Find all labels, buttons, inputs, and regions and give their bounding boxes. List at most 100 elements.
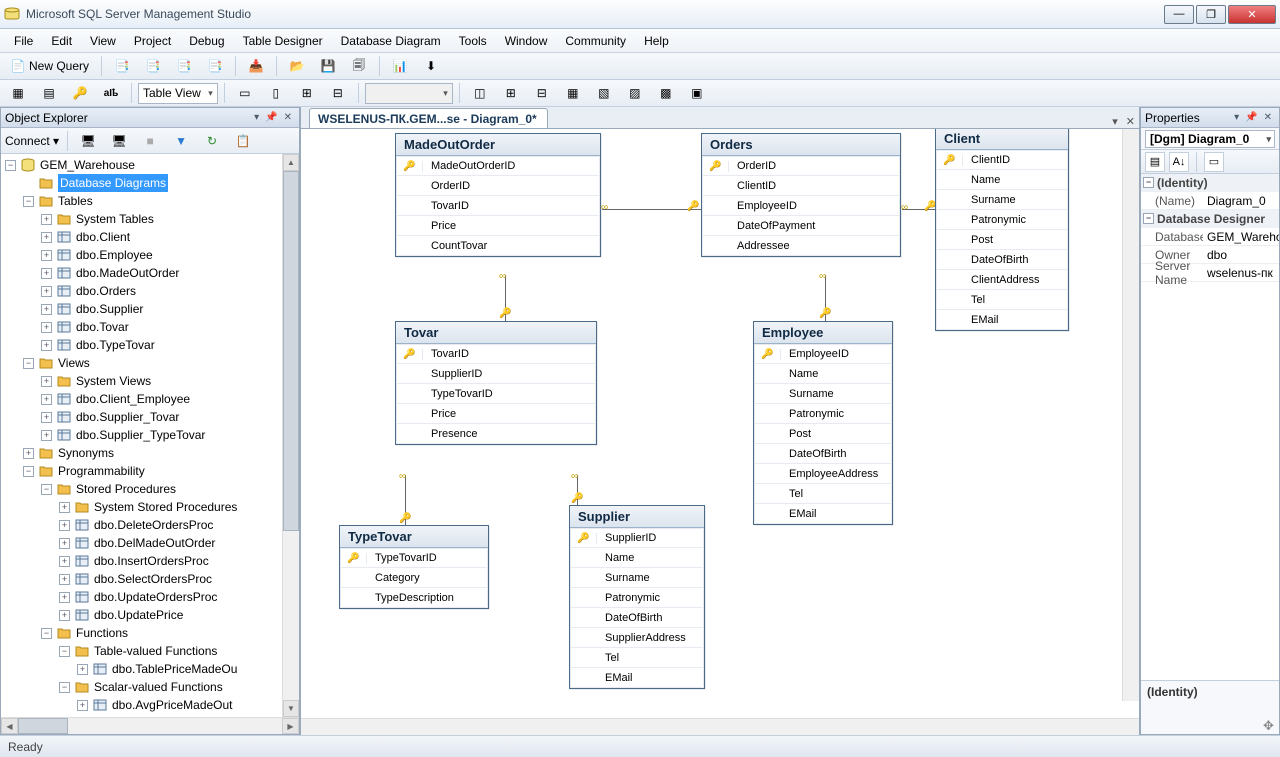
dbcol[interactable]: SupplierAddress [570,628,704,648]
dbtable-orders[interactable]: Orders🔑OrderIDClientIDEmployeeIDDateOfPa… [701,133,901,257]
dbcol[interactable]: Patronymic [936,210,1068,230]
oe-icon-3[interactable]: ■ [136,130,164,152]
dbcol[interactable]: 🔑TypeTovarID [340,548,488,568]
dbcol[interactable]: 🔑MadeOutOrderID [396,156,600,176]
node-proc[interactable]: +dbo.DelMadeOutOrder [59,534,281,552]
props-dropdown-icon[interactable]: ▾ [1231,112,1242,123]
dbcol[interactable]: Surname [570,568,704,588]
dt-icon-13[interactable]: ▧ [590,82,618,104]
node-svf[interactable]: −Scalar-valued Functions [59,678,281,696]
panel-pin-icon[interactable]: 📌 [262,112,280,123]
menu-edit[interactable]: Edit [43,31,80,51]
props-close-icon[interactable]: ✕ [1261,112,1275,123]
node-svf-item[interactable]: +dbo.AvgPriceMadeOut [77,696,281,714]
node-programmability[interactable]: −Programmability [23,462,281,480]
dbcol[interactable]: SupplierID [396,364,596,384]
node-table[interactable]: +dbo.Supplier [41,300,281,318]
node-proc[interactable]: +dbo.UpdateOrdersProc [59,588,281,606]
connect-button[interactable]: Connect ▾ [5,134,61,148]
dt-icon-6[interactable]: ▯ [262,82,290,104]
dbtable-supplier[interactable]: Supplier🔑SupplierIDNameSurnamePatronymic… [569,505,705,689]
dbtable-employee[interactable]: Employee🔑EmployeeIDNameSurnamePatronymic… [753,321,893,525]
panel-dropdown-icon[interactable]: ▾ [251,112,262,123]
dbcol[interactable]: EMail [570,668,704,688]
dt-icon-5[interactable]: ▭ [231,82,259,104]
dbtable-title[interactable]: MadeOutOrder [396,134,600,156]
menu-tools[interactable]: Tools [451,31,495,51]
dbcol[interactable]: DateOfBirth [570,608,704,628]
oe-icon-1[interactable]: 🖥 [74,130,102,152]
node-system-tables[interactable]: +System Tables [41,210,281,228]
node-diagrams[interactable]: Database Diagrams [23,174,281,192]
menu-help[interactable]: Help [636,31,677,51]
node-system-sp[interactable]: +System Stored Procedures [59,498,281,516]
dbcol[interactable]: Patronymic [754,404,892,424]
dt-icon-2[interactable]: ▤ [35,82,63,104]
canvas-hscroll[interactable] [301,718,1139,735]
props-alpha-icon[interactable]: A↓ [1169,152,1189,172]
dbtable-title[interactable]: Tovar [396,322,596,344]
props-pin-icon[interactable]: 📌 [1242,112,1260,123]
dbtable-typetovar[interactable]: TypeTovar🔑TypeTovarIDCategoryTypeDescrip… [339,525,489,609]
panel-close-icon[interactable]: ✕ [281,112,295,123]
oe-refresh-icon[interactable]: ↻ [198,130,226,152]
menu-community[interactable]: Community [557,31,634,51]
dbcol[interactable]: ClientAddress [936,270,1068,290]
node-proc[interactable]: +dbo.UpdatePrice [59,606,281,624]
properties-grid[interactable]: −(Identity) (Name)Diagram_0 −Database De… [1141,174,1279,680]
properties-object-selector[interactable]: [Dgm] Diagram_0 [1145,130,1275,148]
dt-icon-15[interactable]: ▩ [652,82,680,104]
node-table[interactable]: +dbo.TypeTovar [41,336,281,354]
dt-icon-16[interactable]: ▣ [683,82,711,104]
dt-icon-1[interactable]: ▦ [4,82,32,104]
dt-icon-9[interactable]: ◫ [466,82,494,104]
tb-icon-7[interactable]: ⬇ [417,55,445,77]
dt-icon-10[interactable]: ⊞ [497,82,525,104]
dbcol[interactable]: Addressee [702,236,900,256]
props-categorized-icon[interactable]: ▤ [1145,152,1165,172]
menu-database-diagram[interactable]: Database Diagram [333,31,449,51]
maximize-button[interactable]: ❐ [1196,5,1226,24]
dbcol[interactable]: 🔑ClientID [936,150,1068,170]
dbcol[interactable]: TovarID [396,196,600,216]
minimize-button[interactable]: — [1164,5,1194,24]
diagram-canvas[interactable]: ∞ 🔑 ∞ 🔑 ∞ 🔑 ∞ 🔑 ∞ 🔑 ∞ 🔑 MadeOutOrder🔑Mad… [301,129,1139,718]
dbcol[interactable]: DateOfBirth [754,444,892,464]
dt-icon-12[interactable]: ▦ [559,82,587,104]
dt-icon-11[interactable]: ⊟ [528,82,556,104]
props-pages-icon[interactable]: ▭ [1204,152,1224,172]
dt-icon-8[interactable]: ⊟ [324,82,352,104]
node-proc[interactable]: +dbo.SelectOrdersProc [59,570,281,588]
tb-icon-1[interactable]: 📑 [108,55,136,77]
dbcol[interactable]: DateOfBirth [936,250,1068,270]
table-view-dropdown[interactable]: Table View [138,83,218,104]
dbcol[interactable]: Tel [754,484,892,504]
dbcol[interactable]: EMail [936,310,1068,330]
tabstrip-dropdown-icon[interactable]: ▾ [1108,115,1122,128]
oe-icon-2[interactable]: 🖥 [105,130,133,152]
dbtable-title[interactable]: TypeTovar [340,526,488,548]
tb-icon-5[interactable]: 📥 [242,55,270,77]
close-button[interactable]: ✕ [1228,5,1276,24]
dbtable-title[interactable]: Supplier [570,506,704,528]
oe-icon-6[interactable]: 📋 [229,130,257,152]
dbcol[interactable]: EmployeeID [702,196,900,216]
dbtable-title[interactable]: Employee [754,322,892,344]
dbcol[interactable]: EMail [754,504,892,524]
tb-icon-3[interactable]: 📑 [170,55,198,77]
menu-window[interactable]: Window [497,31,556,51]
node-functions[interactable]: −Functions [41,624,281,642]
node-view[interactable]: +dbo.Client_Employee [41,390,281,408]
node-table[interactable]: +dbo.Client [41,228,281,246]
tb-icon-2[interactable]: 📑 [139,55,167,77]
tree-vscroll[interactable]: ▲ ▼ [282,154,299,717]
node-table[interactable]: +dbo.MadeOutOrder [41,264,281,282]
diagram-tab[interactable]: WSELENUS-ПК.GEM...se - Diagram_0* [309,108,548,128]
dbtable-madeoutorder[interactable]: MadeOutOrder🔑MadeOutOrderIDOrderIDTovarI… [395,133,601,257]
dbcol[interactable]: Price [396,216,600,236]
dbcol[interactable]: OrderID [396,176,600,196]
node-system-views[interactable]: +System Views [41,372,281,390]
dbtable-tovar[interactable]: Tovar🔑TovarIDSupplierIDTypeTovarIDPriceP… [395,321,597,445]
dbcol[interactable]: Tel [936,290,1068,310]
dbcol[interactable]: Category [340,568,488,588]
